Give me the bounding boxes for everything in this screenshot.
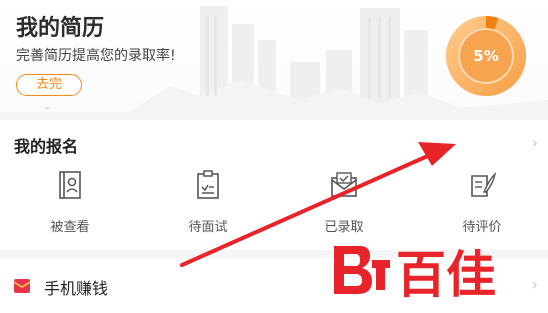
baijia-watermark-logo: 百佳 — [334, 246, 496, 302]
chevron-down-icon: ⌄ — [44, 102, 52, 111]
resume-subtitle: 完善简历提高您的录取率! — [16, 48, 176, 64]
profile-book-icon — [59, 171, 81, 199]
status-viewed[interactable]: 被查看 — [30, 170, 110, 235]
resume-title: 我的简历 — [16, 16, 105, 41]
envelope-icon — [331, 172, 357, 197]
status-accepted-label: 已录取 — [324, 220, 364, 235]
clipboard-icon — [197, 170, 219, 199]
red-envelope-icon — [14, 279, 30, 293]
earn-chevron-right-icon[interactable]: › — [532, 275, 538, 294]
status-to-review-label: 待评价 — [462, 220, 502, 235]
svg-text:百佳: 百佳 — [396, 246, 496, 302]
status-interview-label: 待面试 — [188, 220, 228, 235]
section-divider — [0, 112, 548, 120]
status-accepted[interactable]: 已录取 — [304, 170, 384, 235]
signup-chevron-right-icon[interactable]: › — [532, 133, 538, 152]
signup-section-title: 我的报名 — [14, 137, 79, 156]
resume-progress-text: 5% — [473, 47, 499, 65]
status-interview[interactable]: 待面试 — [168, 170, 248, 235]
complete-resume-button[interactable]: 去完 — [16, 74, 82, 96]
earn-money-label: 手机赚钱 — [44, 279, 109, 298]
resume-card[interactable]: 我的简历 完善简历提高您的录取率! 去完 ⌄ 5% — [0, 0, 548, 112]
feather-scroll-icon — [471, 171, 497, 197]
status-to-review[interactable]: 待评价 — [442, 170, 522, 235]
status-viewed-label: 被查看 — [50, 220, 90, 235]
